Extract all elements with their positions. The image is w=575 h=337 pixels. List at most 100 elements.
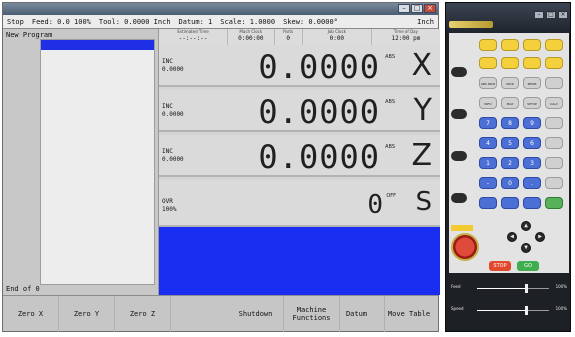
pendant-key-0[interactable]: 0 (501, 177, 519, 189)
pendant-close-icon[interactable]: × (558, 11, 568, 19)
zero-x-button[interactable]: Zero X (3, 296, 59, 332)
axis-z-value: 0.0000 (258, 138, 380, 176)
jog-key-3[interactable] (451, 151, 467, 161)
pendant-key-mpgb[interactable]: MPGB (523, 77, 541, 89)
pendant-window: – □ × ABS INCR INCR POST MPGB INFO MAX S… (445, 2, 571, 332)
pendant-key-n2-4[interactable] (545, 137, 563, 149)
pendant-key-abs-incr[interactable]: ABS INCR (479, 77, 497, 89)
move-table-button[interactable]: Move Table (381, 296, 437, 332)
shutdown-button[interactable]: Shutdown (228, 296, 284, 332)
pendant-key-b3[interactable] (523, 197, 541, 209)
jog-up-icon[interactable]: ▲ (521, 221, 531, 231)
pendant-key-b1[interactable] (479, 197, 497, 209)
pendant-key-9[interactable]: 9 (523, 117, 541, 129)
tool-readout: Tool: 0.0000 Inch (98, 17, 171, 26)
timer-strip: Estimated Time --:--:-- Mach Clock 0:00:… (159, 29, 440, 45)
speed-slider[interactable] (477, 306, 549, 315)
feed-slider-label: Feed (451, 284, 461, 289)
pendant-go-button[interactable]: GO (517, 261, 539, 271)
program-panel: New Program End of 0 (3, 29, 158, 295)
axis-row-x[interactable]: INC 0.0000 0.0000 ABS X (159, 45, 440, 87)
feed-slider-row: Feed 100% (449, 283, 569, 293)
current-line-highlight (41, 40, 154, 50)
jog-left-icon[interactable]: ◀ (507, 232, 517, 242)
pendant-key-r2-2[interactable] (501, 57, 519, 69)
pendant-key-n3-4[interactable] (545, 157, 563, 169)
pendant-key-setup[interactable]: SETUP (523, 97, 541, 109)
pendant-key-6[interactable]: 6 (523, 137, 541, 149)
speed-slider-value: 100% (555, 306, 567, 311)
pendant-key-info[interactable]: INFO (479, 97, 497, 109)
pendant-key-dot[interactable]: . (523, 177, 541, 189)
pendant-key-r2-4[interactable] (545, 57, 563, 69)
axis-y-value: 0.0000 (258, 93, 380, 131)
time-of-day: Time of Day 12:00 pm (391, 29, 421, 42)
datum-button[interactable]: Datum (329, 296, 385, 332)
pendant-key-3[interactable]: 3 (523, 157, 541, 169)
axis-row-z[interactable]: INC 0.0000 0.0000 ABS Z (159, 135, 440, 177)
pendant-key-4[interactable]: 4 (479, 137, 497, 149)
axis-x-tag: ABS (385, 54, 395, 60)
zero-y-button[interactable]: Zero Y (59, 296, 115, 332)
pendant-key-r2-3[interactable] (523, 57, 541, 69)
pendant-titlebar: – □ × (446, 3, 570, 33)
axis-y-tag: ABS (385, 99, 395, 105)
pendant-key-r2-1[interactable] (479, 57, 497, 69)
close-icon[interactable]: × (424, 4, 436, 13)
axis-row-y[interactable]: INC 0.0000 0.0000 ABS Y (159, 90, 440, 132)
spindle-tag: OFF (386, 193, 396, 199)
pendant-key-1[interactable]: 1 (479, 157, 497, 169)
emergency-stop-button[interactable] (451, 233, 479, 261)
pendant-key-max[interactable]: MAX (501, 97, 519, 109)
jog-key-2[interactable] (451, 109, 467, 119)
zero-z-button[interactable]: Zero Z (115, 296, 171, 332)
pendant-key-n4-4[interactable] (545, 177, 563, 189)
graphics-area (159, 227, 440, 295)
scale-readout: Scale: 1.0000 (220, 17, 276, 26)
axis-z-letter: Z (411, 138, 432, 173)
pendant-key-8[interactable]: 8 (501, 117, 519, 129)
axis-z-tag: ABS (385, 144, 395, 150)
datum-readout: Datum: 1 (178, 17, 213, 26)
pendant-key-n1-4[interactable] (545, 117, 563, 129)
jog-key-1[interactable] (451, 67, 467, 77)
pendant-key-r1-4[interactable] (545, 39, 563, 51)
axis-x-value: 0.0000 (258, 48, 380, 86)
spindle-row[interactable]: OVR 100% 0 OFF S (159, 180, 440, 227)
pendant-key-minus[interactable]: - (479, 177, 497, 189)
jog-key-4[interactable] (451, 193, 467, 203)
pendant-key-2[interactable]: 2 (501, 157, 519, 169)
pendant-key-b2[interactable] (501, 197, 519, 209)
speed-slider-label: Speed (451, 306, 464, 311)
pendant-key-r1-2[interactable] (501, 39, 519, 51)
pendant-key-7[interactable]: 7 (479, 117, 497, 129)
axis-y-inc: INC 0.0000 (162, 103, 184, 118)
maximize-icon[interactable]: □ (411, 4, 423, 13)
status-bar: Stop Feed: 0.0 100% Tool: 0.0000 Inch Da… (3, 15, 438, 29)
pendant-key-calc[interactable]: CALC (545, 97, 563, 109)
pendant-key-b4[interactable] (545, 197, 563, 209)
jog-down-icon[interactable]: ▼ (521, 243, 531, 253)
pendant-key-r1-3[interactable] (523, 39, 541, 51)
pendant-maximize-icon[interactable]: □ (546, 11, 556, 19)
parts-count: Parts 0 (275, 29, 303, 45)
minimize-icon[interactable]: – (398, 4, 410, 13)
spindle-value: 0 (367, 190, 384, 220)
jog-right-icon[interactable]: ▶ (535, 232, 545, 242)
skew-readout: Skew: 0.0000° (283, 17, 338, 26)
pendant-minimize-icon[interactable]: – (534, 11, 544, 19)
feed-slider-thumb[interactable] (524, 284, 528, 293)
pendant-key-r3-4[interactable] (545, 77, 563, 89)
pendant-key-r1-1[interactable] (479, 39, 497, 51)
program-listing[interactable] (40, 39, 155, 285)
units-readout: Inch (417, 17, 434, 26)
speed-slider-thumb[interactable] (524, 306, 528, 315)
pendant-key-incr-post[interactable]: INCR POST (501, 77, 519, 89)
pendant-key-5[interactable]: 5 (501, 137, 519, 149)
main-titlebar: – □ × (3, 3, 438, 15)
speed-slider-row: Speed 100% (449, 305, 569, 315)
program-title: New Program (6, 31, 53, 39)
pendant-stop-button[interactable]: STOP (489, 261, 511, 271)
axis-x-letter: X (411, 48, 432, 83)
feed-slider[interactable] (477, 284, 549, 293)
